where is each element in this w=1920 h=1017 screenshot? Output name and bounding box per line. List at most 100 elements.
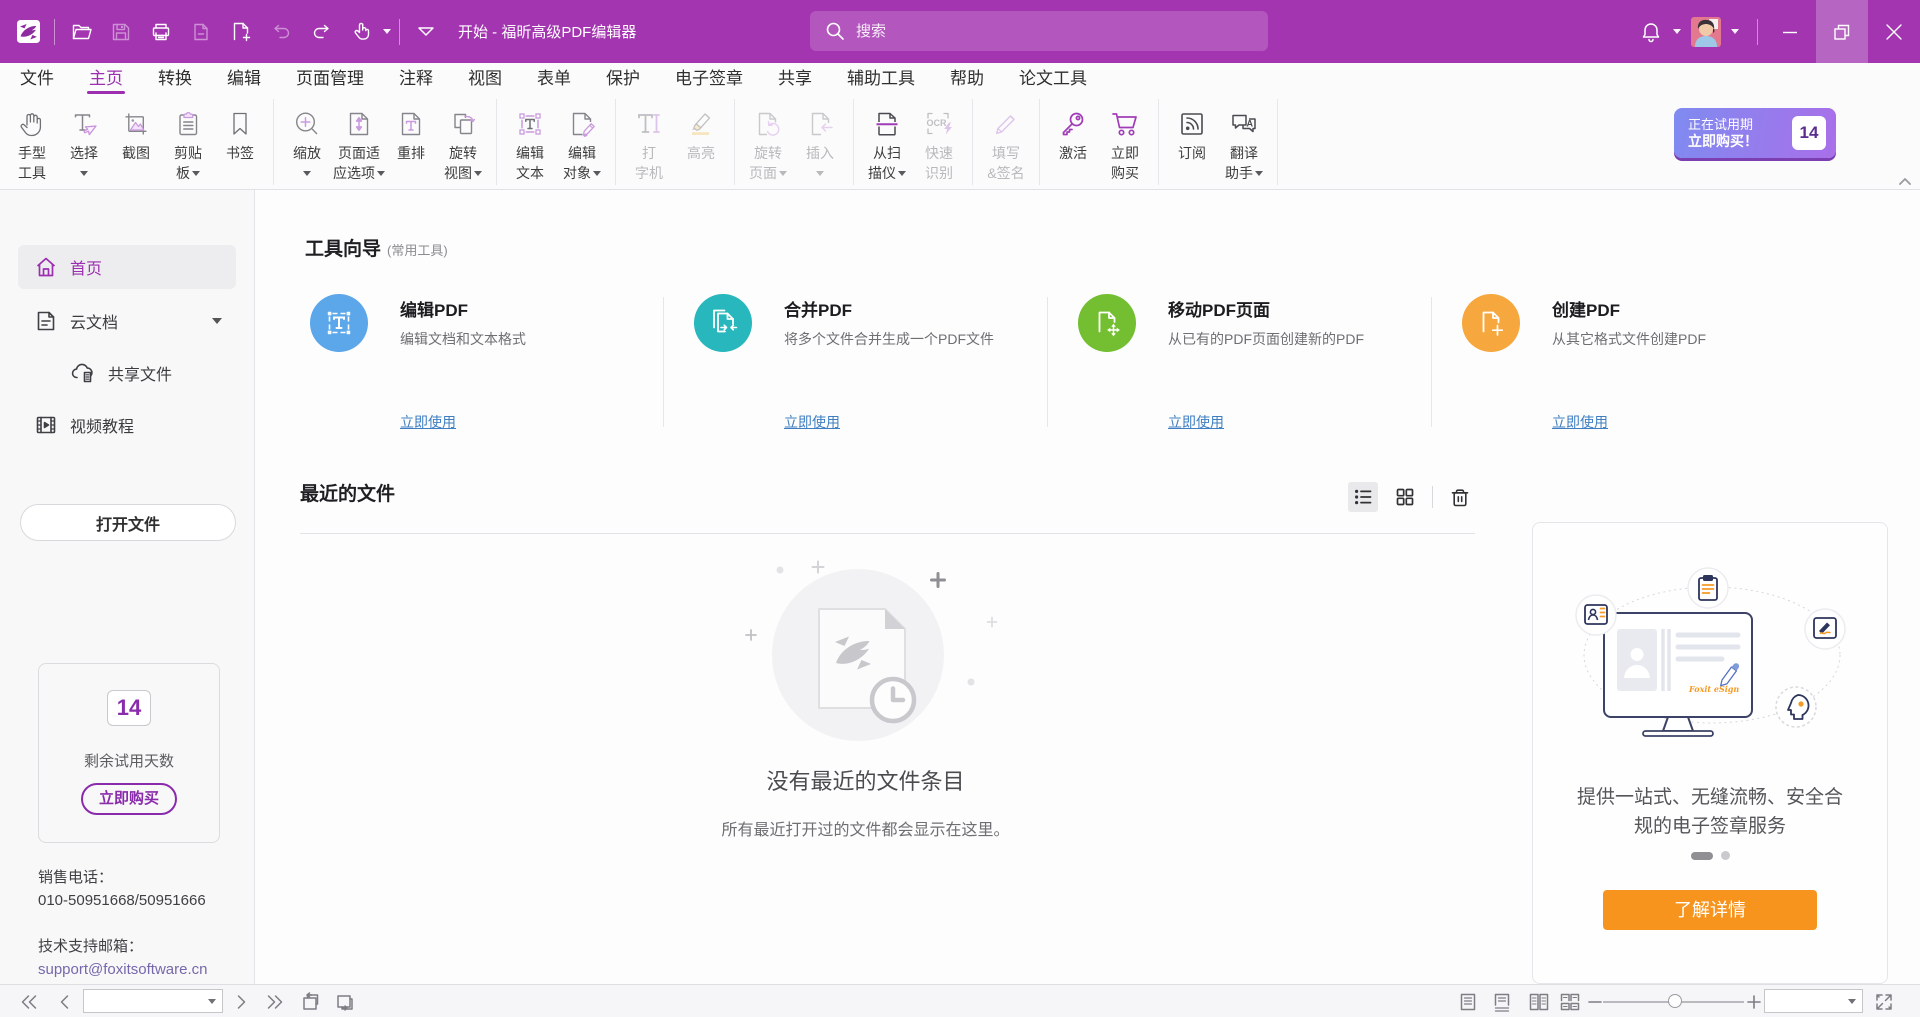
menu-tab-主页[interactable]: 主页 [89, 63, 123, 97]
menu-tab-共享[interactable]: 共享 [778, 63, 812, 97]
save-icon[interactable] [101, 15, 141, 49]
ribbon-translate-button[interactable]: A翻译助手 [1218, 97, 1270, 183]
restore-button[interactable] [1816, 0, 1868, 63]
ribbon-clipboard-button[interactable]: 剪贴板 [162, 97, 214, 183]
menu-tab-文件[interactable]: 文件 [20, 63, 54, 97]
page-combo[interactable] [83, 989, 223, 1013]
list-view-button[interactable] [1348, 482, 1378, 512]
learn-more-button[interactable]: 了解详情 [1603, 890, 1817, 930]
dot-active[interactable] [1691, 852, 1713, 860]
menu-tab-视图[interactable]: 视图 [468, 63, 502, 97]
use-now-link[interactable]: 立即使用 [784, 412, 840, 432]
ribbon-cart-button[interactable]: 立即购买 [1099, 97, 1151, 183]
recent-empty-state: 没有最近的文件条目 所有最近打开过的文件都会显示在这里。 [256, 533, 1475, 840]
close-button[interactable] [1868, 0, 1920, 63]
minimize-button[interactable] [1764, 0, 1816, 63]
touch-mode-icon[interactable] [341, 15, 381, 49]
ribbon-activate-button[interactable]: 激活 [1047, 97, 1099, 163]
sidebar-item-云文档[interactable]: 云文档 [18, 299, 236, 343]
next-page-icon[interactable] [236, 985, 248, 1017]
notification-bell-icon[interactable] [1631, 15, 1671, 49]
dot-inactive[interactable] [1721, 851, 1730, 860]
use-now-link[interactable]: 立即使用 [400, 412, 456, 432]
fullscreen-icon[interactable] [1872, 985, 1896, 1017]
use-now-link[interactable]: 立即使用 [1552, 412, 1608, 432]
ribbon-ocr-button[interactable]: OCR快速识别 [913, 97, 965, 183]
carousel-dots[interactable] [1533, 851, 1887, 860]
sidebar-item-共享文件[interactable]: 共享文件 [18, 353, 236, 393]
ribbon-insertpage-button[interactable]: 插入 [794, 97, 846, 183]
ribbon-hand-button[interactable]: 手型工具 [6, 97, 58, 183]
menu-tab-电子签章[interactable]: 电子签章 [675, 63, 743, 97]
search-input[interactable] [856, 23, 1236, 40]
next-view-icon[interactable] [334, 985, 356, 1017]
page-delete-icon[interactable] [181, 15, 221, 49]
clouddoc-caret-icon[interactable] [212, 318, 222, 324]
buy-now-button[interactable]: 立即购买 [81, 783, 177, 815]
ribbon-fillsign-button[interactable]: 填写&签名 [980, 97, 1032, 183]
bell-caret-icon[interactable] [1673, 29, 1681, 34]
open-file-button[interactable]: 打开文件 [20, 504, 236, 541]
movepdf-icon[interactable] [1078, 294, 1136, 352]
print-icon[interactable] [141, 15, 181, 49]
zoom-in-icon[interactable] [1746, 985, 1762, 1017]
zoom-slider[interactable] [1603, 1001, 1744, 1003]
menu-tab-论文工具[interactable]: 论文工具 [1019, 63, 1087, 97]
redo-icon[interactable] [301, 15, 341, 49]
facing-icon[interactable] [1528, 985, 1550, 1017]
trial-banner[interactable]: 正在试用期 立即购买！ 14 [1674, 108, 1836, 158]
single-page-icon[interactable] [1458, 985, 1478, 1017]
ribbon-rotatepage-button[interactable]: 旋转页面 [742, 97, 794, 183]
prev-view-icon[interactable] [299, 985, 321, 1017]
ribbon-rotateview-button[interactable]: 旋转视图 [437, 97, 489, 183]
ribbon-reflow-button[interactable]: 重排 [385, 97, 437, 163]
avatar[interactable] [1691, 17, 1721, 47]
zoom-out-icon[interactable] [1587, 985, 1603, 1017]
menu-tab-帮助[interactable]: 帮助 [950, 63, 984, 97]
menu-tab-表单[interactable]: 表单 [537, 63, 571, 97]
support-email-link[interactable]: support@foxitsoftware.cn [38, 958, 207, 981]
ribbon-bookmark-button[interactable]: 书签 [214, 97, 266, 163]
ribbon-zoom-button[interactable]: 缩放 [281, 97, 333, 183]
quick-access-menu-icon[interactable] [406, 15, 446, 49]
createpdf-icon[interactable] [1462, 294, 1520, 352]
delete-recent-button[interactable] [1445, 482, 1475, 512]
ribbon-scanner-button[interactable]: 从扫描仪 [861, 97, 913, 183]
sidebar-item-视频教程[interactable]: 视频教程 [18, 403, 236, 447]
continuous-icon[interactable] [1492, 985, 1512, 1017]
sidebar-item-首页[interactable]: 首页 [18, 245, 236, 289]
touch-mode-caret-icon[interactable] [383, 29, 391, 34]
page-add-icon[interactable] [221, 15, 261, 49]
zoom-slider-handle[interactable] [1668, 994, 1682, 1008]
grid-view-button[interactable] [1390, 482, 1420, 512]
ribbon-subscribe-button[interactable]: 订阅 [1166, 97, 1218, 163]
ribbon-edittext-button[interactable]: 编辑文本 [504, 97, 556, 183]
ribbon-highlight-button[interactable]: 高亮 [675, 97, 727, 163]
editpdf-icon[interactable] [310, 294, 368, 352]
ribbon-collapse-icon[interactable] [1898, 177, 1912, 186]
ribbon-select-button[interactable]: 选择 [58, 97, 110, 183]
use-now-link[interactable]: 立即使用 [1168, 412, 1224, 432]
ribbon-editobject-button[interactable]: 编辑对象 [556, 97, 608, 183]
combo-caret-icon[interactable] [208, 999, 216, 1004]
avatar-caret-icon[interactable] [1731, 29, 1739, 34]
menu-tab-页面管理[interactable]: 页面管理 [296, 63, 364, 97]
open-folder-icon[interactable] [61, 15, 101, 49]
last-page-icon[interactable] [266, 985, 284, 1017]
ribbon-snapshot-button[interactable]: 截图 [110, 97, 162, 163]
prev-page-icon[interactable] [58, 985, 70, 1017]
undo-icon[interactable] [261, 15, 301, 49]
search-box[interactable] [810, 11, 1268, 51]
first-page-icon[interactable] [20, 985, 38, 1017]
menu-tab-编辑[interactable]: 编辑 [227, 63, 261, 97]
menu-tab-注释[interactable]: 注释 [399, 63, 433, 97]
menu-tab-保护[interactable]: 保护 [606, 63, 640, 97]
menu-tab-转换[interactable]: 转换 [158, 63, 192, 97]
ribbon-fitpage-button[interactable]: 页面适应选项 [333, 97, 385, 183]
menu-tab-辅助工具[interactable]: 辅助工具 [847, 63, 915, 97]
zoom-combo[interactable] [1764, 989, 1863, 1013]
mergepdf-icon[interactable] [694, 294, 752, 352]
ribbon-typewriter-button[interactable]: 打字机 [623, 97, 675, 183]
facing-continuous-icon[interactable] [1559, 985, 1581, 1017]
combo-caret-icon[interactable] [1848, 999, 1856, 1004]
